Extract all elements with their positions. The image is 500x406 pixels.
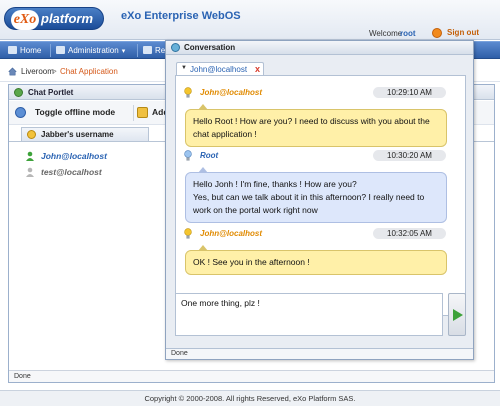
contact-name: test@localhost xyxy=(41,167,102,177)
chevron-down-icon: ▾ xyxy=(121,48,126,55)
user-offline-icon xyxy=(26,167,34,177)
signout-button[interactable]: Sign out xyxy=(432,27,492,39)
message-line: Yes, but can we talk about it in this af… xyxy=(193,192,425,202)
toolbar-divider xyxy=(133,105,134,121)
nav-item-home[interactable]: Home xyxy=(8,42,41,59)
exo-logo[interactable]: eXo platform xyxy=(4,4,104,34)
message-bubble: Hello Root ! How are you? I need to disc… xyxy=(185,104,447,147)
bubble-tail xyxy=(198,245,208,251)
status-text: Done xyxy=(14,373,31,380)
lightbulb-icon xyxy=(184,87,192,98)
nav-divider xyxy=(50,44,51,57)
logo-exo-mark: eXo xyxy=(11,10,39,30)
contacts-tab[interactable]: Jabber's username xyxy=(21,127,149,141)
power-icon xyxy=(432,28,442,38)
contact-name: John@localhost xyxy=(41,151,107,161)
send-arrow-icon xyxy=(453,309,463,321)
status-text: Done xyxy=(171,350,188,357)
breadcrumb-separator: > xyxy=(52,67,57,76)
nav-item-label: Home xyxy=(20,46,42,55)
user-online-icon xyxy=(26,151,34,161)
message-timestamp: 10:30:20 AM xyxy=(373,150,446,161)
message-history[interactable]: John@localhost 10:29:10 AM Hello Root ! … xyxy=(175,75,466,316)
message-sender: John@localhost xyxy=(200,229,263,238)
nav-item-label: Re xyxy=(155,46,166,55)
message-header: Root 10:30:20 AM xyxy=(184,150,454,162)
conversation-tab-label: John@localhost xyxy=(190,65,248,74)
copyright-text: Copyright © 2000-2008. All rights Reserv… xyxy=(144,394,356,403)
message-line: chat application ! xyxy=(193,129,257,139)
add-contact-icon xyxy=(137,107,148,118)
message-bubble: OK ! See you in the afternoon ! xyxy=(185,245,447,275)
signout-label: Sign out xyxy=(447,28,479,37)
conversation-title-bar[interactable]: Conversation xyxy=(166,41,473,55)
contacts-header-label: Jabber's username xyxy=(41,130,114,139)
message-sender: John@localhost xyxy=(200,88,263,97)
message-header: John@localhost 10:29:10 AM xyxy=(184,87,454,99)
page-footer: Copyright © 2000-2008. All rights Reserv… xyxy=(0,390,500,406)
message-header: John@localhost 10:32:05 AM xyxy=(184,228,454,240)
breadcrumb-item-chat-application[interactable]: Chat Application xyxy=(60,67,118,76)
message-line: work on the portal work right now xyxy=(193,205,318,215)
logo-platform-word: platform xyxy=(41,11,93,26)
nav-divider xyxy=(137,44,138,57)
lightbulb-icon xyxy=(184,150,192,161)
chevron-down-icon: ▼ xyxy=(181,65,187,71)
bubble-tail xyxy=(198,167,208,173)
portlet-title: Chat Portlet xyxy=(28,88,74,97)
message-timestamp: 10:29:10 AM xyxy=(373,87,446,98)
welcome-username[interactable]: root xyxy=(400,29,416,38)
top-banner: eXo platform eXo Enterprise WebOS Welcom… xyxy=(0,0,500,40)
breadcrumb-item-liveroom[interactable]: Liveroom xyxy=(21,67,54,76)
nav-item-administration[interactable]: Administration ▾ xyxy=(56,42,125,59)
message-timestamp: 10:32:05 AM xyxy=(373,228,446,239)
home-icon xyxy=(8,67,17,76)
close-icon[interactable]: x xyxy=(255,64,260,74)
message-line: Hello Root ! How are you? I need to disc… xyxy=(193,116,430,126)
message-bubble: Hello Jonh ! I'm fine, thanks ! How are … xyxy=(185,167,447,223)
bubble-tail xyxy=(198,104,208,110)
welcome-label: Welcome xyxy=(369,29,403,38)
lightbulb-icon xyxy=(184,228,192,239)
portlet-status-bar: Done xyxy=(9,370,494,382)
nav-item-label: Administration xyxy=(68,46,119,55)
conversation-icon xyxy=(171,43,180,52)
send-button[interactable] xyxy=(448,293,466,336)
message-input[interactable]: One more thing, plz ! xyxy=(175,293,443,336)
refresh-icon xyxy=(15,107,26,118)
conversation-window[interactable]: Conversation ▼ John@localhost x John@loc… xyxy=(165,40,474,360)
logo-badge: eXo platform xyxy=(4,7,104,30)
nav-item-resources[interactable]: Re xyxy=(143,42,165,59)
message-line: Hello Jonh ! I'm fine, thanks ! How are … xyxy=(193,179,357,189)
home-icon xyxy=(8,46,17,54)
conversation-status-bar: Done xyxy=(166,348,473,359)
app-title: eXo Enterprise WebOS xyxy=(121,10,241,22)
smiley-icon xyxy=(27,130,36,139)
chat-icon xyxy=(14,88,23,97)
toggle-offline-label: Toggle offline mode xyxy=(35,107,116,117)
resources-icon xyxy=(143,46,152,54)
conversation-title: Conversation xyxy=(184,43,236,52)
admin-icon xyxy=(56,46,65,54)
tab-john-localhost[interactable]: ▼ John@localhost x xyxy=(176,62,264,75)
message-sender: Root xyxy=(200,151,219,160)
message-line: OK ! See you in the afternoon ! xyxy=(193,257,310,267)
